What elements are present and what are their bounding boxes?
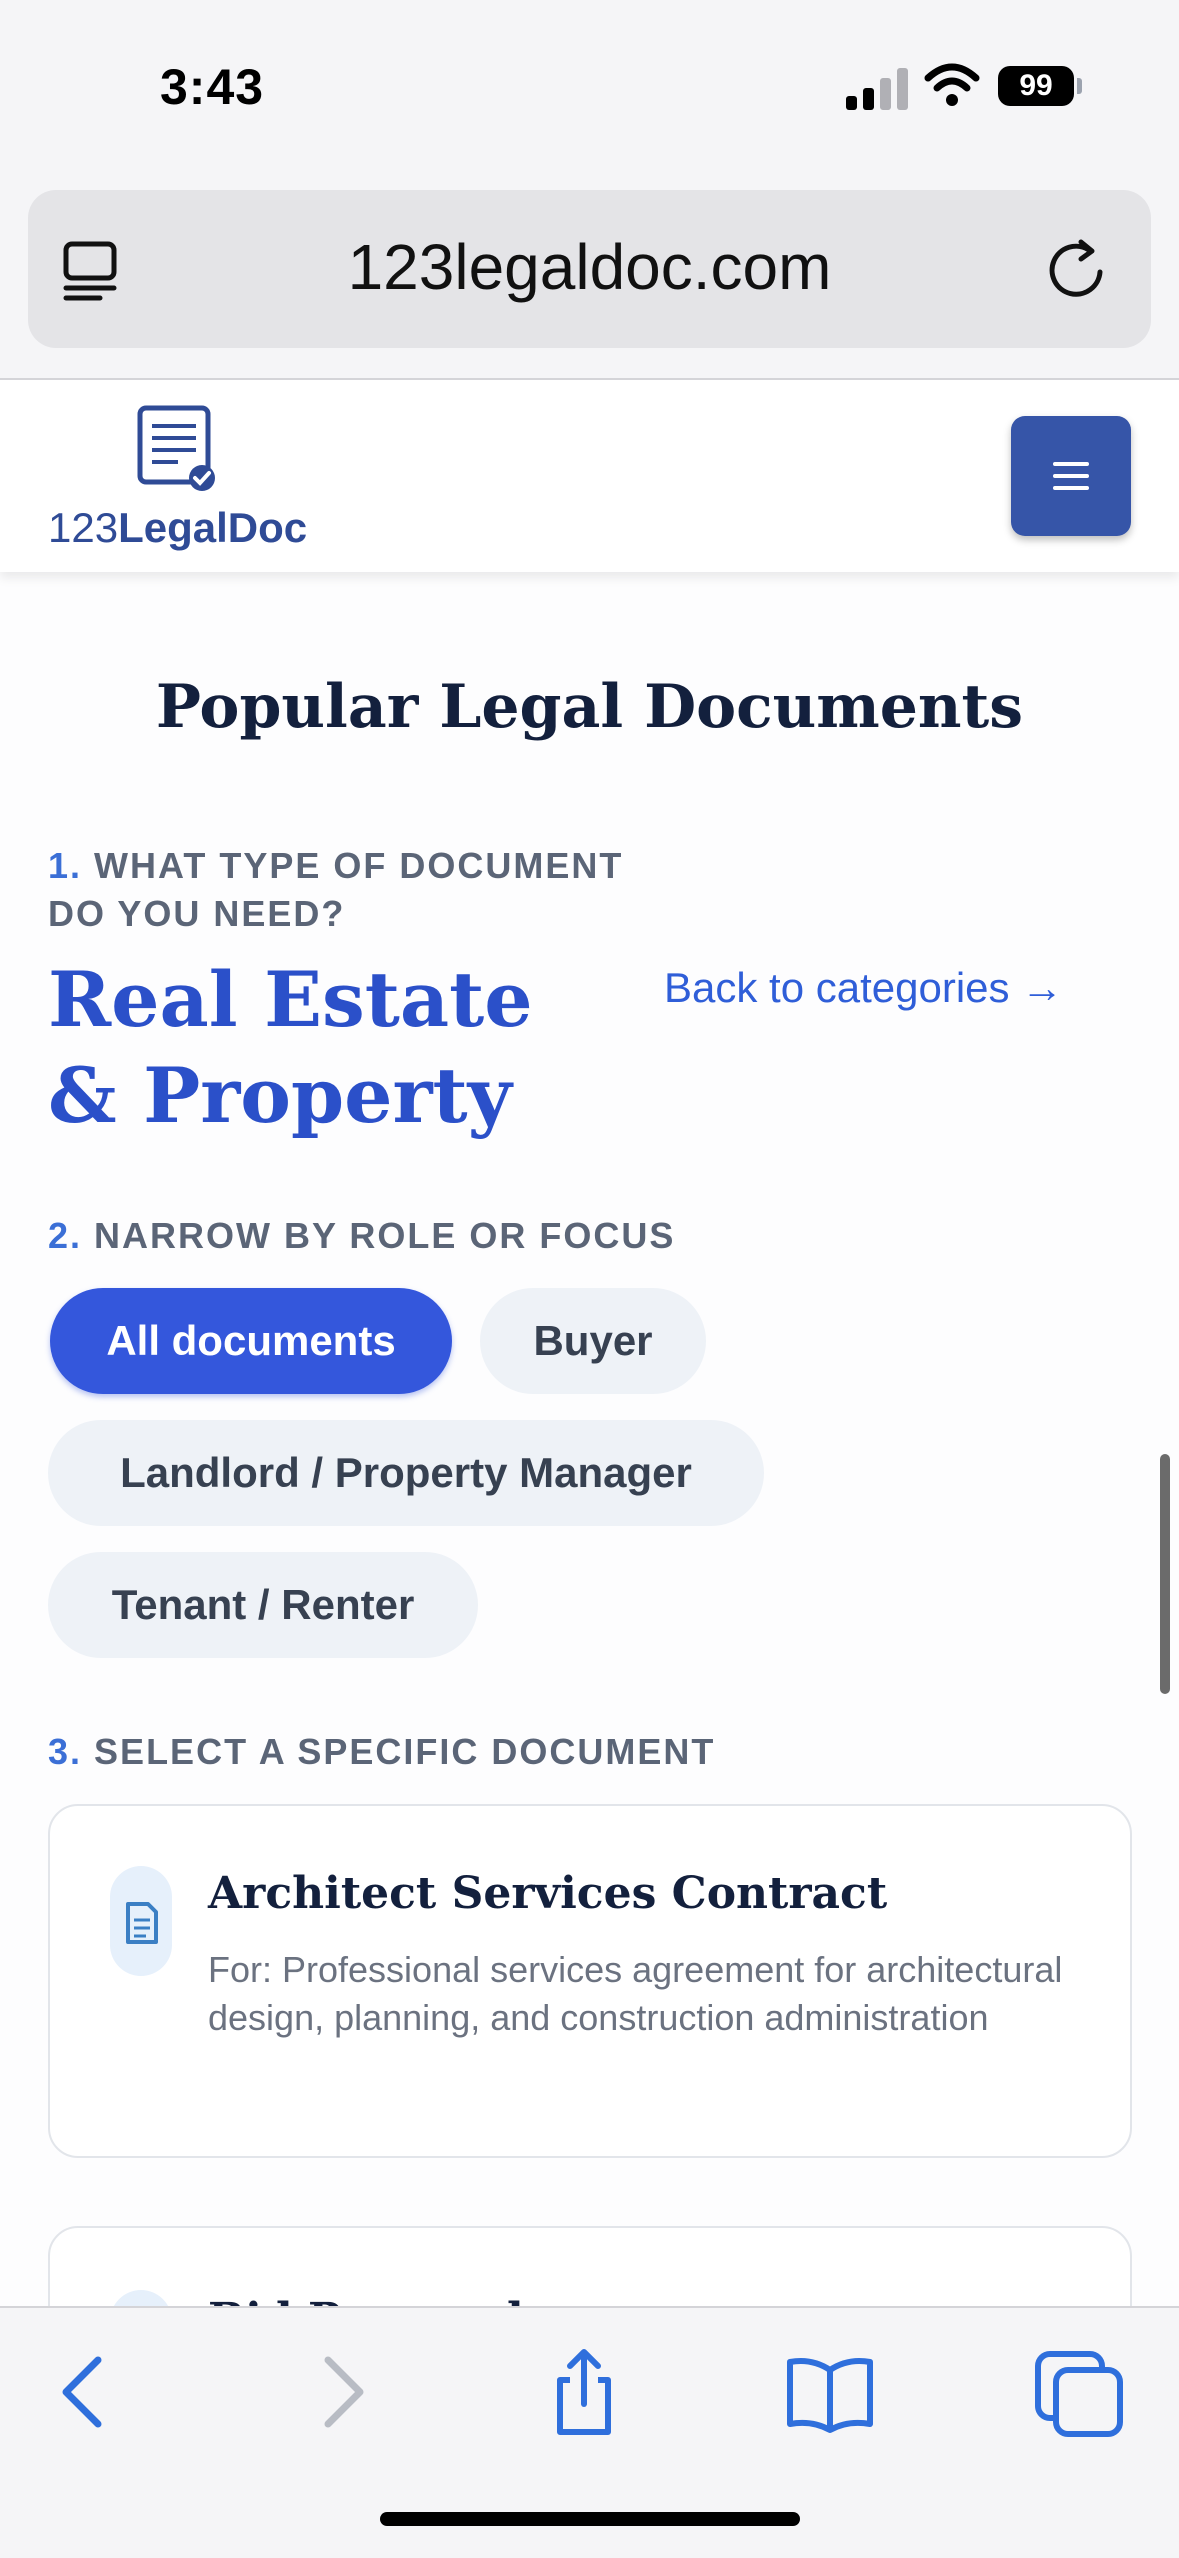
step2-text: NARROW BY ROLE OR FOCUS (94, 1215, 676, 1256)
back-to-categories-link[interactable]: Back to categories → (664, 964, 1063, 1012)
filter-buyer[interactable]: Buyer (480, 1288, 706, 1394)
battery-tip (1077, 78, 1082, 94)
share-icon[interactable] (536, 2344, 632, 2440)
step2-number: 2. (48, 1215, 83, 1256)
filter-landlord[interactable]: Landlord / Property Manager (48, 1420, 764, 1526)
document-icon (110, 1866, 172, 1976)
step3-number: 3. (48, 1731, 83, 1772)
category-title: Real Estate & Property (48, 955, 533, 1140)
hamburger-menu-icon (1053, 462, 1089, 466)
battery-icon: 99 (998, 66, 1074, 106)
book-icon[interactable] (782, 2344, 878, 2440)
web-page: 123LegalDoc Popular Legal Documents 1. W… (0, 378, 1179, 2310)
page-title: Popular Legal Documents (155, 672, 1024, 742)
document-description: For: Professional services agreement for… (208, 1949, 1063, 2038)
document-title: Architect Services Contract (208, 1868, 888, 1919)
wifi-icon (924, 63, 980, 106)
step2-label: 2. NARROW BY ROLE OR FOCUS (48, 1212, 675, 1260)
step3-text: SELECT A SPECIFIC DOCUMENT (94, 1731, 716, 1772)
home-indicator[interactable] (380, 2512, 800, 2526)
chevron-left-icon[interactable] (38, 2344, 134, 2440)
cellular-signal-icon (846, 68, 908, 110)
step1-text: WHAT TYPE OF DOCUMENT DO YOU NEED? (48, 845, 624, 934)
hamburger-line (1053, 486, 1089, 490)
scrollbar[interactable] (1160, 1454, 1170, 1694)
site-header: 123LegalDoc (0, 380, 1179, 572)
document-card[interactable]: Bid Proposal (48, 2226, 1132, 2310)
status-bar: 3:43 99 (0, 0, 1179, 180)
address-bar[interactable]: 123legaldoc.com (28, 190, 1151, 348)
site-logo[interactable]: 123LegalDoc (48, 504, 307, 552)
chevron-right-icon[interactable] (292, 2344, 388, 2440)
filter-all-documents[interactable]: All documents (50, 1288, 452, 1394)
hamburger-menu-button[interactable] (1011, 416, 1131, 536)
filter-tenant[interactable]: Tenant / Renter (48, 1552, 478, 1658)
logo-name: LegalDoc (118, 504, 308, 551)
main-content: Popular Legal Documents 1. WHAT TYPE OF … (0, 572, 1179, 2310)
tabs-icon[interactable] (1032, 2344, 1128, 2440)
step3-label: 3. SELECT A SPECIFIC DOCUMENT (48, 1728, 715, 1776)
url-text[interactable]: 123legaldoc.com (28, 230, 1151, 304)
step1-label: 1. WHAT TYPE OF DOCUMENT DO YOU NEED? (48, 842, 648, 938)
logo-prefix: 123 (48, 504, 119, 551)
status-time: 3:43 (160, 59, 265, 115)
document-card[interactable]: Architect Services Contract For: Profess… (48, 1804, 1132, 2158)
hamburger-line (1053, 474, 1089, 478)
document-check-icon[interactable] (134, 402, 218, 494)
reload-icon[interactable] (1045, 234, 1111, 304)
step1-number: 1. (48, 845, 83, 886)
